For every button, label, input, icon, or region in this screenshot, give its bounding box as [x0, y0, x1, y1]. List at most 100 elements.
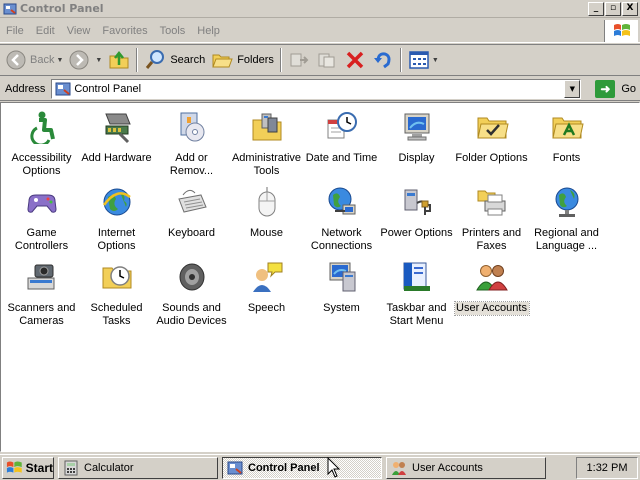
menu-file[interactable]: File	[0, 25, 30, 37]
maximize-button[interactable]: ▫	[605, 1, 621, 16]
date-time-icon	[324, 109, 360, 145]
search-icon	[146, 50, 165, 69]
folders-button[interactable]: Folders	[208, 46, 277, 74]
toolbar-separator	[399, 48, 402, 72]
delete-icon	[346, 51, 364, 69]
cp-item-speech[interactable]: Speech	[229, 257, 304, 332]
cp-item-accessibility[interactable]: Accessibility Options	[4, 107, 79, 182]
cp-item-regional-language[interactable]: Regional and Language ...	[529, 182, 604, 257]
close-button[interactable]: X	[622, 1, 638, 16]
views-icon	[409, 51, 429, 69]
cp-item-scanners-cameras[interactable]: Scanners and Cameras	[4, 257, 79, 332]
menu-tools[interactable]: Tools	[154, 25, 192, 37]
cp-item-scheduled-tasks[interactable]: Scheduled Tasks	[79, 257, 154, 332]
cp-item-label: Network Connections	[310, 227, 373, 252]
cp-item-fonts[interactable]: Fonts	[529, 107, 604, 182]
search-label: Search	[170, 54, 206, 66]
cp-item-label: Add or Remov...	[169, 152, 214, 177]
system-icon	[324, 259, 360, 295]
scheduled-tasks-icon	[99, 259, 135, 295]
cp-item-label: Printers and Faxes	[461, 227, 522, 252]
cp-item-sounds-audio[interactable]: Sounds and Audio Devices	[154, 257, 229, 332]
cp-item-keyboard[interactable]: Keyboard	[154, 182, 229, 257]
cp-item-label: Date and Time	[305, 152, 378, 164]
cp-item-network-connections[interactable]: Network Connections	[304, 182, 379, 257]
start-label: Start	[25, 460, 53, 475]
cp-item-user-accounts[interactable]: User Accounts	[453, 257, 530, 332]
cp-item-label: Fonts	[552, 152, 581, 164]
control-panel-icon	[227, 461, 243, 474]
go-button[interactable]: ➜ Go	[595, 79, 636, 98]
delete-button[interactable]	[341, 46, 369, 74]
taskbar: Start Calculator Control Panel User Acco…	[0, 454, 640, 480]
add-remove-programs-icon	[174, 109, 210, 145]
cp-item-folder-options[interactable]: Folder Options	[454, 107, 529, 182]
cp-item-power-options[interactable]: Power Options	[379, 182, 454, 257]
sounds-audio-icon	[174, 259, 210, 295]
cp-item-game-controllers[interactable]: Game Controllers	[4, 182, 79, 257]
windows-logo-icon	[604, 20, 638, 42]
address-dropdown-icon[interactable]: ▼	[564, 79, 581, 98]
regional-language-icon	[549, 184, 585, 220]
back-label: Back	[30, 54, 55, 66]
undo-button[interactable]	[369, 46, 397, 74]
printers-faxes-icon	[474, 184, 510, 220]
scanners-cameras-icon	[24, 259, 60, 295]
start-button[interactable]: Start	[2, 456, 54, 479]
cp-item-display[interactable]: Display	[379, 107, 454, 182]
windows-logo-icon	[6, 461, 22, 473]
menu-view[interactable]: View	[61, 25, 97, 37]
mouse-icon	[249, 184, 285, 220]
cp-item-internet-options[interactable]: Internet Options	[79, 182, 154, 257]
user-accounts-icon	[474, 259, 510, 295]
cp-item-taskbar-start-menu[interactable]: Taskbar and Start Menu	[379, 257, 454, 332]
menu-bar: File Edit View Favorites Tools Help	[0, 19, 640, 43]
cp-item-label: Game Controllers	[14, 227, 69, 252]
copy-to-button[interactable]	[313, 46, 341, 74]
cp-item-label: Sounds and Audio Devices	[156, 302, 227, 327]
cp-item-label: Scanners and Cameras	[7, 302, 76, 327]
back-dropdown-icon[interactable]: ▼	[56, 57, 63, 64]
forward-arrow-icon	[69, 50, 89, 70]
taskbar-item-control-panel[interactable]: Control Panel	[222, 456, 382, 479]
menu-favorites[interactable]: Favorites	[96, 25, 153, 37]
keyboard-icon	[174, 184, 210, 220]
move-to-button[interactable]	[285, 46, 313, 74]
title-bar[interactable]: Control Panel _ ▫ X	[0, 0, 640, 18]
fonts-icon	[549, 109, 585, 145]
cp-item-label: Add Hardware	[81, 152, 152, 164]
search-button[interactable]: Search	[141, 46, 208, 74]
views-button[interactable]: ▼	[405, 46, 442, 74]
cp-item-label: Folder Options	[455, 152, 528, 164]
minimize-button[interactable]: _	[588, 1, 604, 16]
folders-label: Folders	[237, 54, 274, 66]
administrative-tools-icon	[249, 109, 285, 145]
cp-item-administrative-tools[interactable]: Administrative Tools	[229, 107, 304, 182]
system-tray-clock[interactable]: 1:32 PM	[576, 457, 638, 479]
cp-item-label: Taskbar and Start Menu	[386, 302, 447, 327]
forward-button[interactable]: ▼	[66, 46, 105, 74]
folders-icon	[212, 54, 233, 68]
forward-dropdown-icon[interactable]: ▼	[95, 57, 102, 64]
cp-item-add-remove-programs[interactable]: Add or Remov...	[154, 107, 229, 182]
taskbar-item-calculator[interactable]: Calculator	[58, 456, 218, 479]
address-value: Control Panel	[74, 82, 142, 95]
cp-item-date-time[interactable]: Date and Time	[304, 107, 379, 182]
cp-item-add-hardware[interactable]: Add Hardware	[79, 107, 154, 182]
cp-item-printers-faxes[interactable]: Printers and Faxes	[454, 182, 529, 257]
views-dropdown-icon[interactable]: ▼	[432, 57, 439, 64]
up-folder-button[interactable]	[105, 46, 133, 74]
back-button[interactable]: Back ▼	[3, 46, 66, 74]
menu-edit[interactable]: Edit	[30, 25, 61, 37]
toolbar: Back ▼ ▼ Search Folders ▼	[0, 44, 640, 76]
address-label: Address	[5, 82, 46, 95]
cp-item-system[interactable]: System	[304, 257, 379, 332]
cp-item-label: Keyboard	[167, 227, 216, 239]
control-panel-items: Accessibility Options Add Hardware Add or …	[4, 107, 604, 332]
cp-item-mouse[interactable]: Mouse	[229, 182, 304, 257]
address-input[interactable]: Control Panel ▼	[51, 78, 582, 99]
game-controllers-icon	[24, 184, 60, 220]
menu-help[interactable]: Help	[191, 25, 226, 37]
taskbar-item-user-accounts[interactable]: User Accounts	[386, 456, 546, 479]
taskbar-item-label: Control Panel	[248, 461, 320, 474]
